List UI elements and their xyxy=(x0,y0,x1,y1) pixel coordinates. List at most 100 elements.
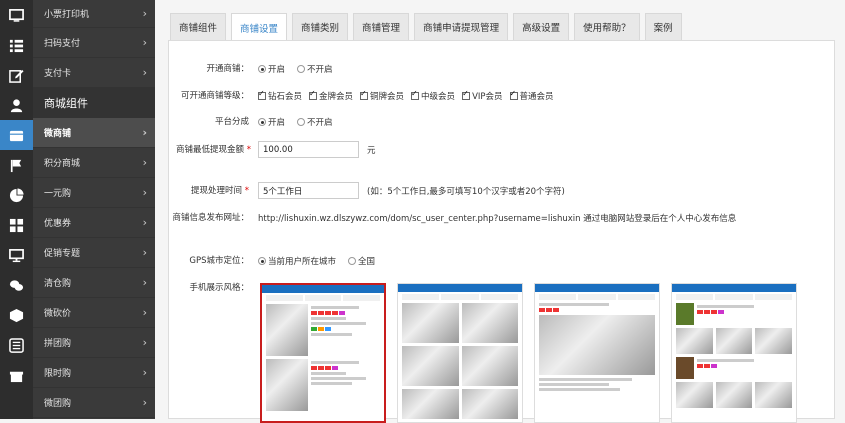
process-time-input[interactable]: 5个工作日 xyxy=(258,182,359,199)
user-icon[interactable] xyxy=(0,90,33,120)
shop-info xyxy=(697,303,792,325)
shop-card xyxy=(676,357,792,379)
menu-item-promotions[interactable]: 促销专题 › xyxy=(33,238,155,268)
shop-photo xyxy=(402,346,459,386)
level-diamond-checkbox[interactable]: 钻石会员 xyxy=(258,89,302,102)
shop-info xyxy=(539,303,655,312)
platform-share-label: 平台分成 xyxy=(214,117,249,127)
shop-photo xyxy=(676,382,713,408)
menu-item-group-buy-pin[interactable]: 拼团购 › xyxy=(33,328,155,358)
radio-dot xyxy=(258,118,266,126)
tab-shop-management[interactable]: 商铺管理 xyxy=(353,13,410,40)
menu-item-bargain[interactable]: 微砍价 › xyxy=(33,298,155,328)
menu-item-pay-card[interactable]: 支付卡 › xyxy=(33,58,155,88)
menu-group-title: 商城组件 xyxy=(33,88,155,118)
style-row: 手机展示风格： xyxy=(169,282,249,294)
flag-icon[interactable] xyxy=(0,150,33,180)
box-icon[interactable] xyxy=(0,300,33,330)
open-shop-on-radio[interactable]: 开启 xyxy=(258,63,285,75)
chevron-right-icon: › xyxy=(142,66,147,79)
tab-shop-components[interactable]: 商铺组件 xyxy=(170,13,227,40)
menu-item-points-mall[interactable]: 积分商城 › xyxy=(33,148,155,178)
chevron-right-icon: › xyxy=(142,216,147,229)
menu-item-one-yuan[interactable]: 一元购 › xyxy=(33,178,155,208)
menu-item-micro-shop[interactable]: 微商铺 › xyxy=(33,118,155,148)
chevron-right-icon: › xyxy=(142,276,147,289)
shop-photo xyxy=(461,389,518,419)
tab-withdraw-management[interactable]: 商铺申请提现管理 xyxy=(414,13,509,40)
chevron-right-icon: › xyxy=(142,246,147,259)
open-shop-row: 开通商铺： 开启 不开启 xyxy=(169,63,345,75)
module-menu: 小票打印机 › 扫码支付 › 支付卡 › 商城组件 微商铺 › 积分商城 › 一元购 › 优… xyxy=(33,0,155,419)
phone-header xyxy=(398,284,522,292)
style-thumbnail-1[interactable] xyxy=(260,283,386,423)
chevron-right-icon: › xyxy=(142,336,147,349)
gps-nationwide-radio[interactable]: 全国 xyxy=(348,255,375,267)
radio-dot xyxy=(297,118,306,126)
checkbox-box xyxy=(258,89,266,100)
shop-photo xyxy=(715,328,753,354)
publish-url-text: http://lishuxin.wz.dlszywz.com/dom/sc_us… xyxy=(258,214,737,224)
level-mid-checkbox[interactable]: 中级会员 xyxy=(411,89,455,102)
shop-logo xyxy=(676,357,694,379)
chevron-right-icon: › xyxy=(142,36,147,49)
platform-share-on-radio[interactable]: 开启 xyxy=(258,116,285,128)
gps-label: GPS城市定位： xyxy=(189,256,249,266)
tab-advanced-settings[interactable]: 高级设置 xyxy=(513,13,570,40)
monitor-icon[interactable] xyxy=(0,240,33,270)
platform-share-off-radio[interactable]: 不开启 xyxy=(297,116,333,128)
min-withdraw-input[interactable]: 100.00 xyxy=(258,141,359,158)
shop-photo xyxy=(402,389,459,419)
menu-item-receipt-printer[interactable]: 小票打印机 › xyxy=(33,0,155,28)
min-withdraw-label: 商铺最低提现金额 * xyxy=(176,144,251,155)
menu-item-coupons[interactable]: 优惠券 › xyxy=(33,208,155,238)
shop-photo xyxy=(266,304,308,356)
checkbox-box xyxy=(462,89,471,100)
open-shop-label: 开通商铺： xyxy=(206,64,249,74)
shop-card xyxy=(402,303,518,343)
level-gold-checkbox[interactable]: 金牌会员 xyxy=(309,89,353,102)
menu-item-scan-pay[interactable]: 扫码支付 › xyxy=(33,28,155,58)
shop-card xyxy=(266,359,380,411)
style-thumbnail-3[interactable] xyxy=(534,283,660,423)
edit-icon[interactable] xyxy=(0,60,33,90)
style-thumbnail-2[interactable] xyxy=(397,283,523,423)
checkbox-box xyxy=(411,89,420,100)
wechat-icon[interactable] xyxy=(0,270,33,300)
settings-panel: 开通商铺： 开启 不开启 可开通商铺等级： 钻石会员 金牌会员 铜牌会员 中级会… xyxy=(168,40,835,423)
process-time-row: 提现处理时间 * 5个工作日 (如：5个工作日,最多可填写10个汉字或者20个字… xyxy=(169,182,565,199)
level-bronze-checkbox[interactable]: 铜牌会员 xyxy=(360,89,404,102)
required-mark: * xyxy=(244,185,249,196)
list-icon[interactable] xyxy=(0,30,33,60)
level-normal-checkbox[interactable]: 普通会员 xyxy=(509,89,554,102)
menu-item-flash-sale[interactable]: 限时购 › xyxy=(33,358,155,388)
gift-icon[interactable] xyxy=(0,360,33,390)
phone-header xyxy=(535,284,659,292)
style-label: 手机展示风格： xyxy=(189,283,249,293)
tab-shop-settings[interactable]: 商铺设置 xyxy=(231,13,288,41)
style-thumbnail-4[interactable] xyxy=(671,283,797,423)
menu-item-clearance[interactable]: 清仓购 › xyxy=(33,268,155,298)
tab-cases[interactable]: 案例 xyxy=(644,13,682,40)
required-mark: * xyxy=(246,144,251,155)
sliders-icon[interactable] xyxy=(0,330,33,360)
checkbox-box xyxy=(360,89,369,100)
phone-header xyxy=(262,285,384,293)
level-vip-checkbox[interactable]: VIP会员 xyxy=(462,89,503,102)
tab-help[interactable]: 使用帮助？ xyxy=(574,13,640,40)
shop-photo xyxy=(539,315,655,375)
phone-tabs xyxy=(676,294,792,300)
phone-tabs xyxy=(402,294,518,300)
radio-dot xyxy=(297,65,306,73)
shop-icon[interactable] xyxy=(0,120,33,150)
menu-item-group-buy[interactable]: 微团购 › xyxy=(33,388,155,418)
open-shop-off-radio[interactable]: 不开启 xyxy=(297,63,333,75)
pie-chart-icon[interactable] xyxy=(0,180,33,210)
tv-icon[interactable] xyxy=(0,0,33,30)
grid-icon[interactable] xyxy=(0,210,33,240)
shop-photo xyxy=(266,359,308,411)
tab-shop-categories[interactable]: 商铺类别 xyxy=(292,13,349,40)
shop-card xyxy=(402,346,518,386)
gps-current-city-radio[interactable]: 当前用户所在城市 xyxy=(258,255,336,267)
process-time-label: 提现处理时间 * xyxy=(191,185,249,196)
